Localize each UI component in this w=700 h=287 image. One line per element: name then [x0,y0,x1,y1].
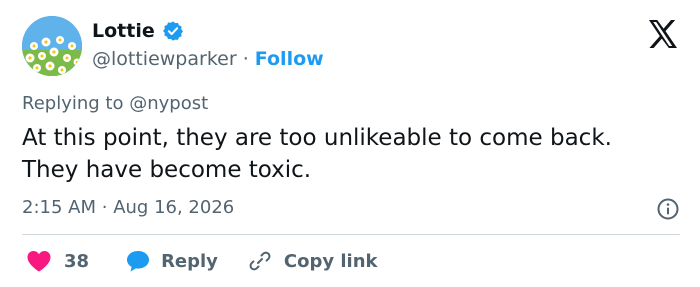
tweet-text-line: At this point, they are too unlikeable t… [22,125,612,151]
replying-handle[interactable]: @nypost [129,93,208,114]
like-button[interactable]: 38 [22,249,89,273]
display-name[interactable]: Lottie [92,20,155,42]
tweet-timestamp[interactable]: 2:15 AM · Aug 16, 2026 [22,197,234,218]
follow-button[interactable]: Follow [255,48,324,70]
link-icon [248,249,272,273]
like-count: 38 [64,250,90,272]
reply-label: Reply [161,250,218,272]
tweet-text-line: They have become toxic. [22,157,312,183]
replying-to: Replying to @nypost [22,93,208,114]
tweet-text: At this point, they are too unlikeable t… [22,122,692,186]
tweet-date: Aug 16, 2026 [113,197,235,218]
author-name-row: Lottie [92,20,184,42]
reply-button[interactable]: Reply [125,249,218,273]
replying-prefix: Replying to [22,93,124,114]
avatar[interactable] [22,16,82,76]
handle-row: @lottiewparker · Follow [92,48,324,70]
copy-link-label: Copy link [283,250,378,272]
action-bar: 38 Reply Copy link [22,247,378,275]
user-handle[interactable]: @lottiewparker [92,48,237,70]
avatar-image [22,16,82,76]
x-logo-icon[interactable] [648,20,678,48]
speech-bubble-icon [125,249,151,273]
heart-icon [26,249,52,273]
handle-separator: · [242,48,249,70]
tweet-time: 2:15 AM [22,197,96,218]
info-icon[interactable] [656,197,680,221]
copy-link-button[interactable]: Copy link [248,249,378,273]
divider [22,234,680,235]
timestamp-separator: · [101,197,108,218]
verified-badge-icon [162,20,184,42]
